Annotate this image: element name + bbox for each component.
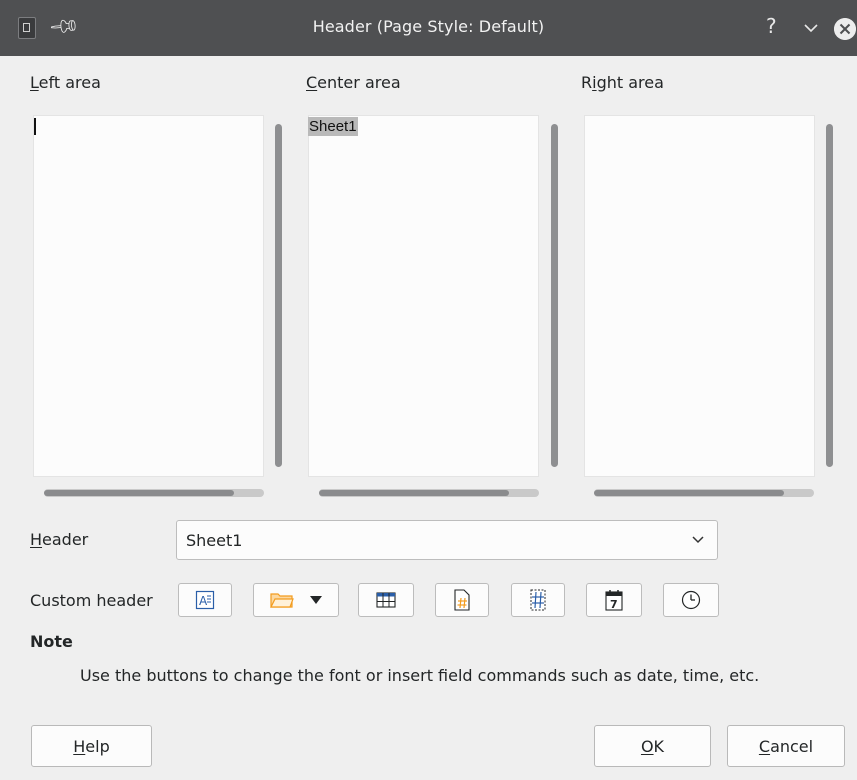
left-area-editor[interactable] (33, 115, 264, 477)
page-number-icon (454, 589, 470, 611)
scroll-thumb[interactable] (44, 490, 234, 496)
center-area-text: Sheet1 (308, 117, 358, 136)
left-area-vertical-scrollbar[interactable] (275, 124, 282, 467)
right-area-label: Right area (581, 73, 664, 92)
left-area-label: Left area (30, 73, 101, 92)
svg-text:7: 7 (610, 598, 618, 611)
center-area-horizontal-scrollbar[interactable] (319, 489, 539, 497)
folder-icon (270, 593, 294, 608)
time-icon (681, 590, 701, 610)
date-icon: 7 (605, 590, 623, 611)
page-count-button[interactable] (511, 583, 565, 617)
scroll-thumb[interactable] (594, 490, 784, 496)
time-button[interactable] (663, 583, 719, 617)
center-area-label: Center area (306, 73, 401, 92)
center-area-editor[interactable] (308, 115, 539, 477)
text-attributes-icon: A (195, 590, 215, 610)
center-area-vertical-scrollbar[interactable] (551, 124, 558, 467)
header-select-value: Sheet1 (186, 531, 243, 550)
cancel-button[interactable]: Cancel (727, 725, 845, 767)
help-button[interactable]: Help (31, 725, 152, 767)
custom-header-label: Custom header (30, 591, 153, 610)
page-number-button[interactable] (435, 583, 489, 617)
insert-file-button[interactable] (253, 583, 339, 617)
page-count-icon (530, 589, 546, 611)
right-area-vertical-scrollbar[interactable] (826, 124, 833, 467)
date-button[interactable]: 7 (586, 583, 642, 617)
dropdown-triangle-icon (310, 596, 322, 604)
close-icon[interactable] (834, 18, 856, 40)
text-cursor (34, 118, 36, 135)
svg-text:A: A (199, 594, 208, 608)
chevron-down-icon[interactable] (803, 20, 819, 36)
header-label: Header (30, 530, 89, 549)
left-area-horizontal-scrollbar[interactable] (44, 489, 264, 497)
text-attributes-button[interactable]: A (178, 583, 232, 617)
right-area-horizontal-scrollbar[interactable] (594, 489, 814, 497)
right-area-editor[interactable] (584, 115, 815, 477)
chevron-down-icon (692, 536, 704, 544)
title-bar: 📌︎ Header (Page Style: Default) ? (0, 0, 857, 56)
note-text: Use the buttons to change the font or in… (80, 666, 760, 685)
window-title: Header (Page Style: Default) (312, 17, 545, 36)
ok-button[interactable]: OK (594, 725, 711, 767)
table-icon (376, 592, 396, 608)
note-title: Note (30, 632, 73, 651)
sheet-name-button[interactable] (358, 583, 414, 617)
help-icon[interactable]: ? (766, 14, 777, 38)
header-select[interactable]: Sheet1 (176, 520, 718, 560)
scroll-thumb[interactable] (319, 490, 509, 496)
